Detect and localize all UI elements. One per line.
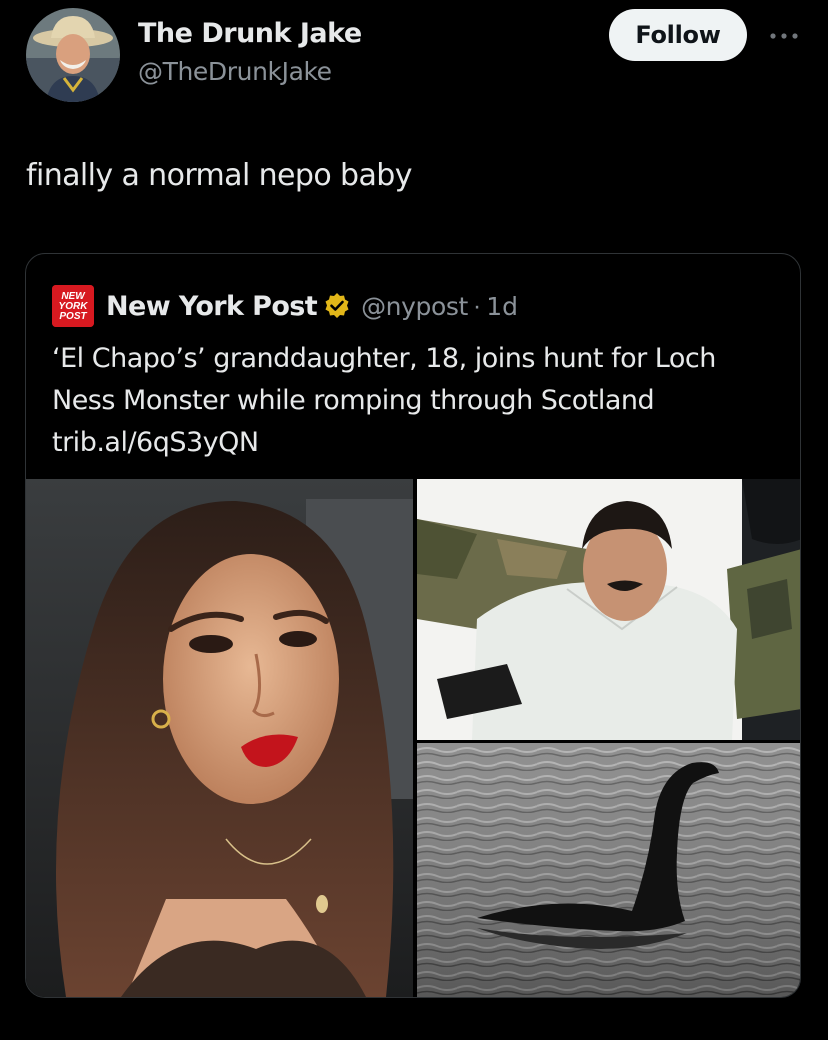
quoted-tweet-line: Ness Monster while romping through Scotl…	[52, 385, 655, 416]
quoted-tweet-header: NEW YORK POST New York Post @nypost · 1d	[52, 285, 518, 327]
photo-loch-ness-monster[interactable]	[417, 743, 800, 997]
media-grid	[26, 479, 800, 997]
tweet-header: The Drunk Jake @TheDrunkJake Follow	[0, 0, 828, 110]
photo-woman-portrait[interactable]	[26, 479, 413, 997]
quoted-author-handle[interactable]: @nypost	[361, 292, 468, 321]
quoted-tweet-line: ‘El Chapo’s’ granddaughter, 18, joins hu…	[52, 343, 716, 374]
author-handle[interactable]: @TheDrunkJake	[138, 56, 362, 88]
tweet-text: finally a normal nepo baby	[26, 158, 412, 193]
author-display-name[interactable]: The Drunk Jake	[138, 16, 362, 52]
svg-text:POST: POST	[59, 311, 87, 322]
handle-time-separator: ·	[472, 291, 482, 320]
quoted-author-name[interactable]: New York Post	[106, 291, 318, 322]
verified-badge-icon	[323, 292, 351, 320]
author-block: The Drunk Jake @TheDrunkJake	[138, 16, 362, 88]
quoted-tweet-text: ‘El Chapo’s’ granddaughter, 18, joins hu…	[52, 338, 782, 464]
new-york-post-logo[interactable]: NEW YORK POST	[52, 285, 94, 327]
author-avatar[interactable]	[26, 8, 120, 102]
quoted-tweet-card[interactable]: NEW YORK POST New York Post @nypost · 1d…	[25, 253, 801, 998]
quoted-tweet-link[interactable]: trib.al/6qS3yQN	[52, 422, 782, 464]
ellipsis-icon[interactable]	[768, 28, 800, 39]
quoted-tweet-timestamp[interactable]: 1d	[486, 292, 518, 321]
photo-man-escorted-by-soldiers[interactable]	[417, 479, 800, 740]
follow-button[interactable]: Follow	[609, 9, 747, 61]
